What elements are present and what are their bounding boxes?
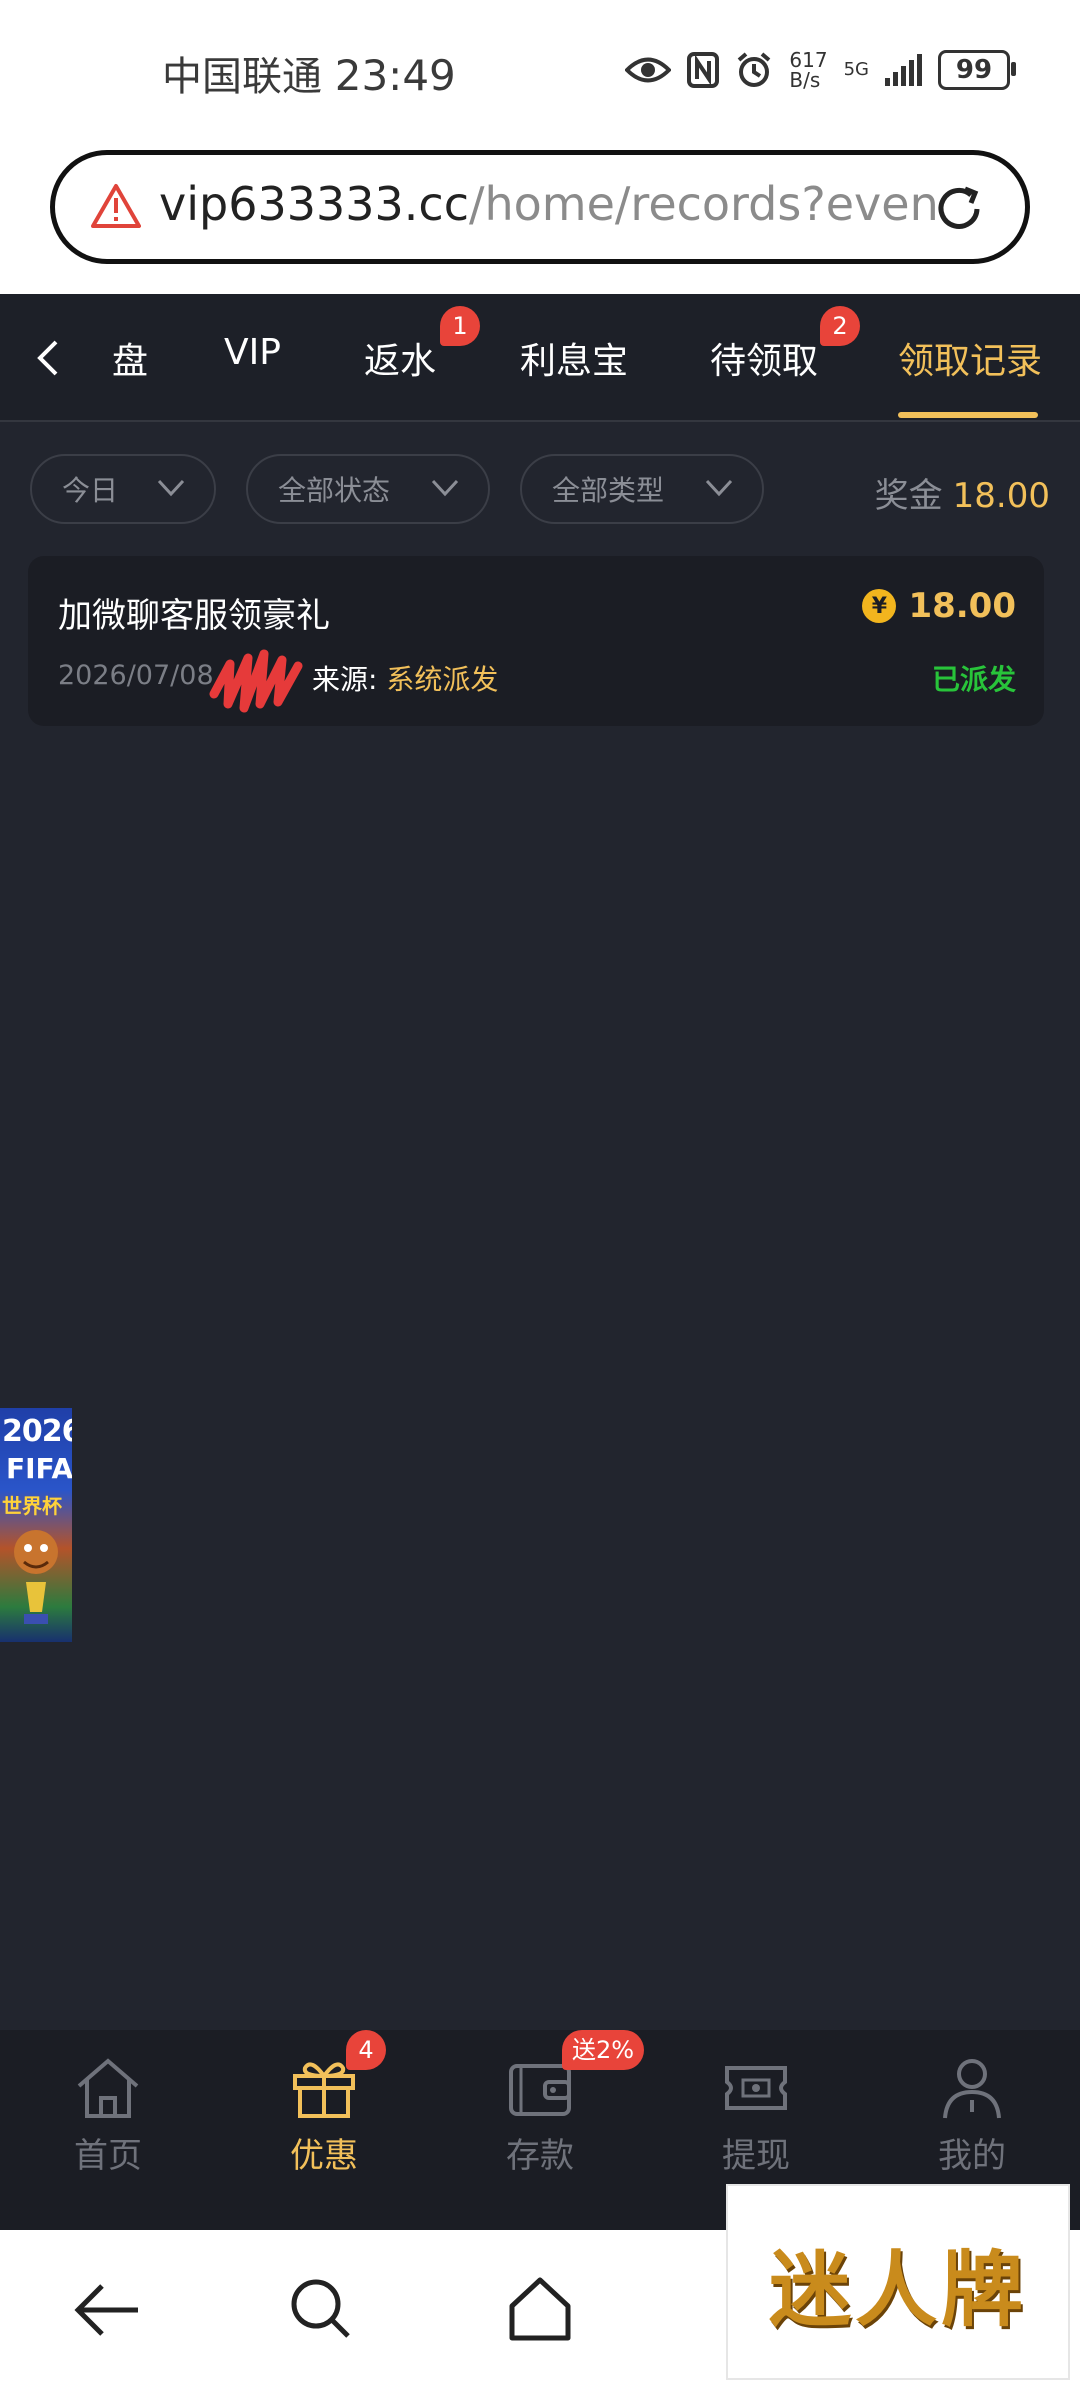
url-host: vip633333.cc: [159, 177, 470, 231]
chevron-down-icon: [705, 479, 733, 497]
nav-withdraw-label: 提现: [722, 2136, 790, 2176]
tab-vip[interactable]: VIP: [224, 332, 281, 373]
redaction-scribble: [209, 649, 303, 713]
nav-withdraw[interactable]: 提现: [676, 2056, 836, 2177]
user-icon: [943, 2059, 1001, 2119]
tab-pending[interactable]: 待领取: [710, 332, 818, 384]
reload-icon[interactable]: [929, 179, 989, 239]
fifa-float-banner[interactable]: 2026 FIFA 世界杯: [0, 1408, 72, 1642]
nav-deposit[interactable]: 存款: [460, 2056, 620, 2177]
status-time: 23:49: [334, 51, 456, 100]
address-bar[interactable]: vip633333.cc/home/records?even: [50, 150, 1030, 264]
category-tabs: 盘 VIP 返水 1 利息宝 待领取 2 领取记录: [0, 294, 1080, 422]
record-source-value: 系统派发: [386, 663, 499, 696]
tab-interest[interactable]: 利息宝: [520, 332, 628, 384]
bonus-value: 18.00: [952, 476, 1050, 516]
nav-deposit-badge: 送2%: [562, 2030, 645, 2070]
nav-offers-label: 优惠: [290, 2136, 358, 2176]
nav-deposit-label: 存款: [506, 2136, 574, 2176]
back-arrow-icon[interactable]: [72, 2280, 142, 2340]
nav-mine[interactable]: 我的: [892, 2056, 1052, 2177]
cash-icon: [725, 2066, 787, 2110]
browser-toolbar: vip633333.cc/home/records?even: [0, 150, 1080, 294]
chevron-down-icon: [157, 479, 185, 497]
watermark-text: 迷人牌: [768, 2242, 1027, 2338]
signal-icon: [885, 54, 922, 86]
status-bar: 中国联通 23:49 617 B/s 5G 99: [0, 0, 1080, 150]
battery-level: 99: [955, 55, 993, 85]
battery-icon: 99: [938, 50, 1016, 90]
bonus-total: 奖金 18.00: [875, 468, 1050, 517]
status-icons: 617 B/s 5G 99: [625, 50, 1016, 90]
status-filter-value: 全部状态: [278, 474, 391, 507]
fifa-year: 2026: [2, 1414, 72, 1449]
net-speed: 617 B/s: [789, 50, 827, 90]
tab-rebate[interactable]: 返水: [364, 332, 436, 384]
fifa-brand: FIFA: [6, 1452, 72, 1485]
carrier-name: 中国联通: [162, 54, 322, 100]
record-source: 来源: 系统派发: [312, 658, 498, 698]
status-carrier: 中国联通 23:49: [162, 44, 456, 102]
net-speed-value: 617: [789, 48, 828, 72]
record-date: 2026/07/08: [58, 660, 214, 691]
tab-claim-records[interactable]: 领取记录: [898, 332, 1042, 384]
home-button-icon[interactable]: [506, 2274, 574, 2342]
alarm-icon: [738, 52, 771, 87]
coin-icon: ¥: [862, 589, 897, 623]
record-status: 已派发: [931, 663, 1016, 696]
search-icon[interactable]: [288, 2276, 352, 2340]
status-filter[interactable]: 全部状态: [246, 454, 490, 524]
watermark-logo: 迷人牌: [726, 2184, 1070, 2380]
chevron-left-icon[interactable]: [32, 338, 62, 378]
nav-home[interactable]: 首页: [28, 2056, 188, 2177]
bonus-label: 奖金: [874, 476, 943, 516]
tab-partial[interactable]: 盘: [112, 332, 148, 384]
tab-rebate-badge: 1: [440, 306, 480, 346]
date-filter-value: 今日: [62, 474, 119, 507]
trophy-illustration: [14, 1530, 58, 1624]
active-tab-indicator: [898, 412, 1038, 418]
record-source-label: 来源:: [312, 663, 378, 696]
date-filter[interactable]: 今日: [30, 454, 216, 524]
type-filter[interactable]: 全部类型: [520, 454, 764, 524]
home-icon: [77, 2058, 139, 2118]
record-amount: ¥ 18.00: [862, 586, 1016, 626]
url-path: /home/records?even: [469, 177, 939, 231]
url-text[interactable]: vip633333.cc/home/records?even: [159, 177, 939, 231]
nav-mine-label: 我的: [938, 2136, 1006, 2176]
tab-pending-badge: 2: [820, 306, 860, 346]
net-speed-unit: B/s: [789, 68, 821, 92]
nav-offers-badge: 4: [346, 2030, 386, 2070]
nfc-icon: [687, 52, 720, 88]
nav-home-label: 首页: [74, 2136, 142, 2176]
nav-offers[interactable]: 优惠: [244, 2056, 404, 2177]
type-filter-value: 全部类型: [552, 474, 665, 507]
record-title: 加微聊客服领豪礼: [58, 596, 330, 636]
record-amount-value: 18.00: [908, 586, 1016, 626]
fifa-subtitle: 世界杯: [2, 1494, 62, 1518]
warning-icon[interactable]: [91, 183, 141, 229]
record-card[interactable]: 加微聊客服领豪礼 2026/07/08 来源: 系统派发 ¥ 18.00 已派发: [28, 556, 1044, 726]
eye-icon: [625, 57, 672, 83]
chevron-down-icon: [431, 479, 459, 497]
network-type: 5G: [843, 59, 869, 80]
